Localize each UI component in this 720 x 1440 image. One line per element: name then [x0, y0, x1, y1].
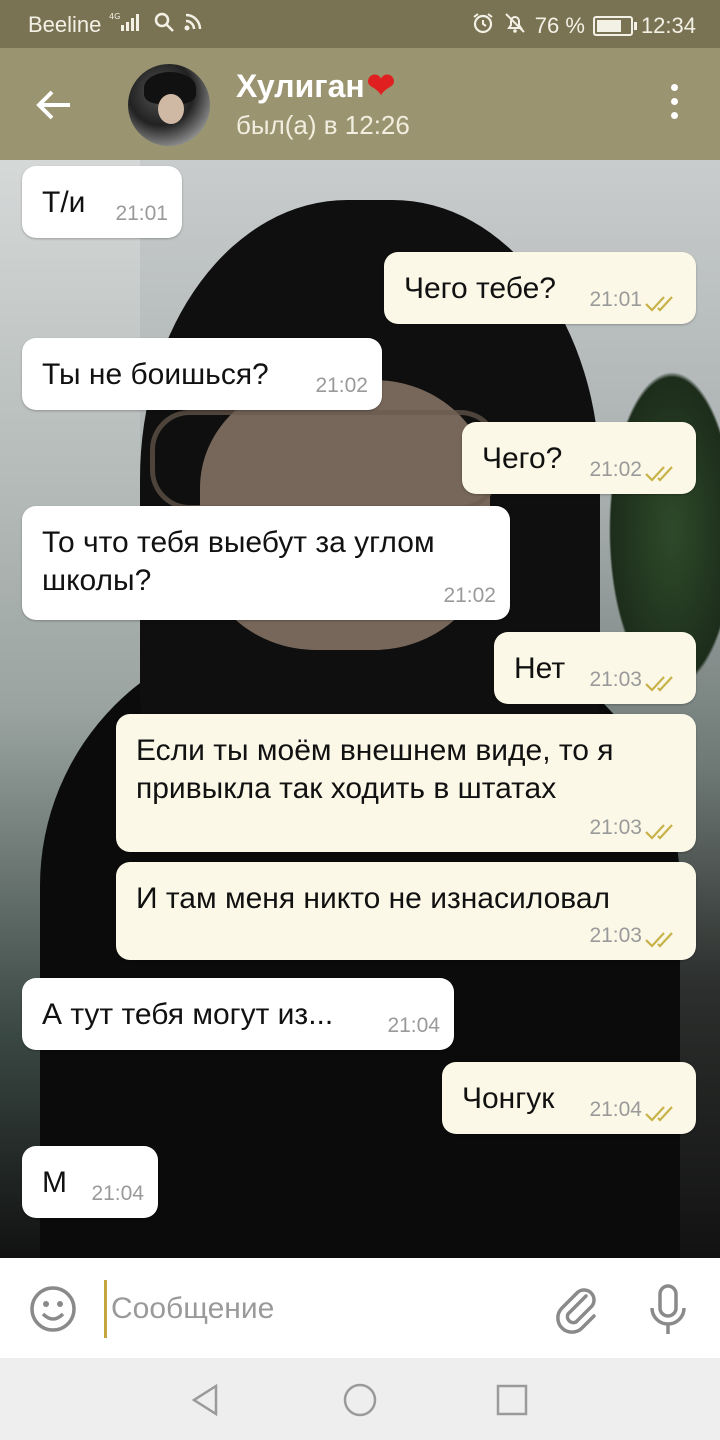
message-time: 21:03	[589, 924, 642, 947]
message-time: 21:03	[589, 816, 642, 839]
message-text: То что тебя выебут за углом школы?	[42, 524, 435, 600]
system-nav-bar	[0, 1358, 720, 1440]
message-time: 21:04	[91, 1182, 144, 1205]
carrier-name: Beeline	[28, 12, 102, 37]
contact-name[interactable]: Хулиган ❤	[236, 66, 395, 106]
message-text: М	[42, 1166, 67, 1199]
message-text: Если ты моём внешнем виде, то я привыкла …	[136, 732, 614, 808]
nav-recents-icon[interactable]	[494, 1382, 530, 1418]
battery-percent: 76 %	[534, 13, 585, 38]
clock: 12:34	[640, 13, 696, 38]
read-checkmarks-icon	[645, 1106, 673, 1122]
message-time: 21:02	[315, 374, 368, 397]
message-input[interactable]	[104, 1280, 533, 1338]
muted-bell-icon	[503, 11, 527, 41]
last-seen-status: был(а) в 12:26	[236, 110, 410, 140]
outgoing-message[interactable]: Если ты моём внешнем виде, то я привыкла …	[116, 714, 696, 852]
message-time: 21:04	[387, 1014, 440, 1037]
message-text: Т/и	[42, 186, 86, 219]
outgoing-message[interactable]: И там меня никто не изнасиловал 21:03	[116, 862, 696, 960]
message-text: И там меня никто не изнасиловал	[136, 882, 611, 915]
message-text: Нет	[514, 652, 566, 685]
chat-header: Хулиган ❤ был(а) в 12:26	[0, 48, 720, 160]
incoming-message[interactable]: М 21:04	[22, 1146, 158, 1218]
alarm-icon	[471, 11, 495, 41]
outgoing-message[interactable]: Чего? 21:02	[462, 422, 696, 494]
message-text: А тут тебя могут из...	[42, 998, 334, 1031]
read-checkmarks-icon	[645, 824, 673, 840]
read-checkmarks-icon	[645, 932, 673, 948]
nav-home-icon[interactable]	[342, 1382, 378, 1418]
network-type: 4G	[109, 12, 120, 21]
message-time: 21:01	[589, 288, 642, 311]
status-left: Beeline 4G	[28, 11, 203, 39]
outgoing-message[interactable]: Нет 21:03	[494, 632, 696, 704]
contact-avatar[interactable]	[128, 64, 210, 146]
incoming-message[interactable]: То что тебя выебут за углом школы? 21:02	[22, 506, 510, 620]
message-input-bar	[0, 1258, 720, 1358]
signal-icon: 4G	[109, 11, 145, 39]
message-time: 21:02	[443, 584, 496, 607]
status-bar: Beeline 4G 76 % 12:34	[0, 0, 720, 48]
message-text: Чего тебе?	[404, 272, 556, 305]
message-text-line: школы?	[42, 564, 152, 597]
read-checkmarks-icon	[645, 676, 673, 692]
outgoing-message[interactable]: Чего тебе? 21:01	[384, 252, 696, 324]
heart-icon: ❤	[366, 67, 396, 105]
incoming-message[interactable]: А тут тебя могут из... 21:04	[22, 978, 454, 1050]
status-right: 76 % 12:34	[471, 11, 696, 41]
contact-name-text: Хулиган	[236, 67, 365, 104]
message-text-line: привыкла так ходить в штатах	[136, 772, 557, 805]
wallpaper-glasses	[150, 410, 500, 510]
read-checkmarks-icon	[645, 466, 673, 482]
nav-back-icon[interactable]	[188, 1382, 224, 1418]
search-icon	[153, 11, 175, 39]
message-time: 21:01	[115, 202, 168, 225]
chat-area[interactable]: Т/и 21:01 Чего тебе? 21:01 Ты не боишься? 21:…	[0, 160, 720, 1258]
read-checkmarks-icon	[645, 296, 673, 312]
incoming-message[interactable]: Ты не боишься? 21:02	[22, 338, 382, 410]
emoji-icon[interactable]	[28, 1284, 78, 1334]
message-time: 21:04	[589, 1098, 642, 1121]
message-text: Чонгук	[462, 1082, 555, 1115]
more-options-icon[interactable]	[662, 84, 686, 126]
attach-icon[interactable]	[552, 1282, 602, 1336]
microphone-icon[interactable]	[646, 1282, 690, 1338]
wifi-icon	[183, 12, 203, 38]
outgoing-message[interactable]: Чонгук 21:04	[442, 1062, 696, 1134]
battery-icon	[592, 16, 637, 36]
message-time: 21:02	[589, 458, 642, 481]
message-text: Чего?	[482, 442, 563, 475]
message-text-line: Если ты моём внешнем виде, то я	[136, 734, 614, 767]
message-time: 21:03	[589, 668, 642, 691]
back-arrow-icon[interactable]	[30, 80, 80, 130]
message-text-line: То что тебя выебут за углом	[42, 526, 435, 559]
message-text: Ты не боишься?	[42, 358, 269, 391]
incoming-message[interactable]: Т/и 21:01	[22, 166, 182, 238]
